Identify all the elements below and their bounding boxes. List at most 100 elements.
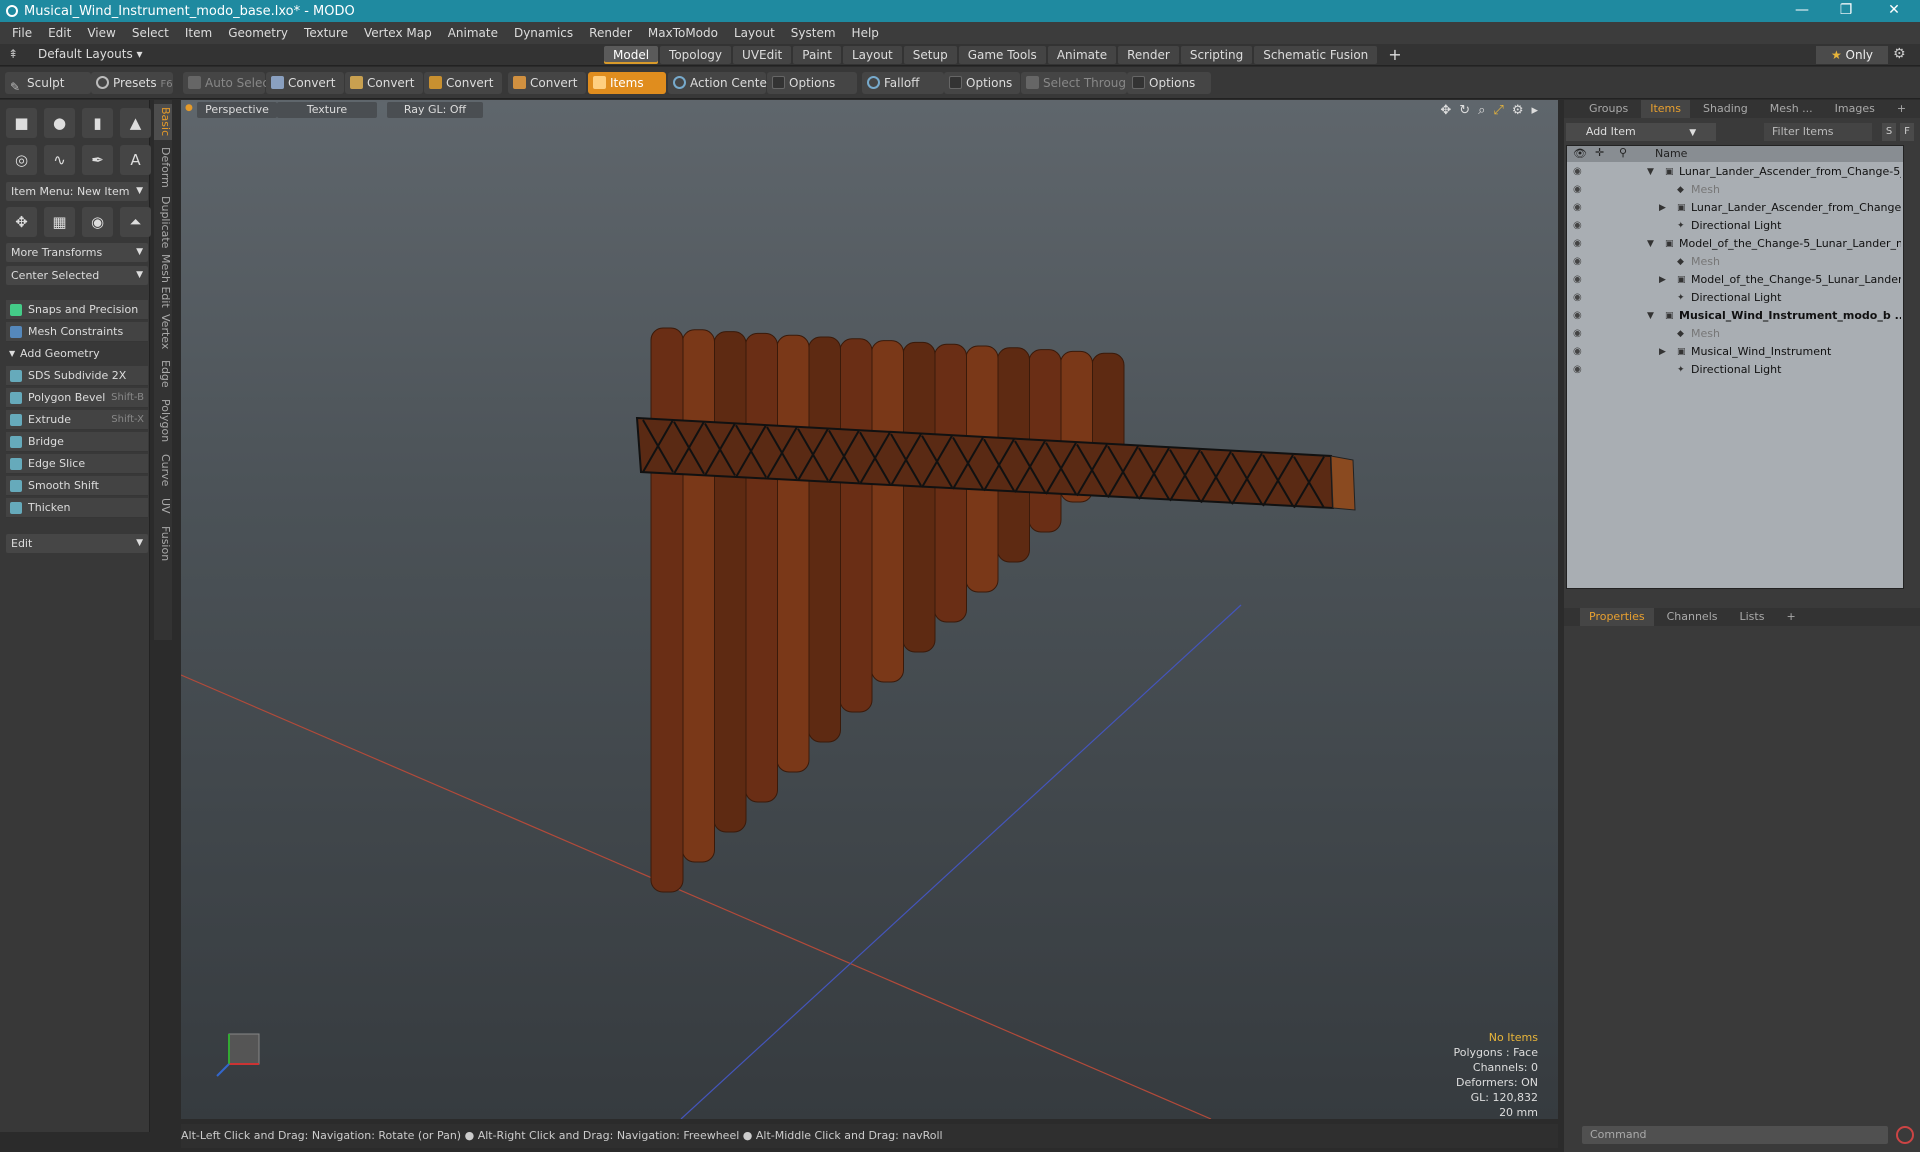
vtab-vertex[interactable]: Vertex	[154, 312, 172, 352]
convert-vertices-button[interactable]: Convert	[266, 72, 344, 94]
tab-schematic-fusion[interactable]: Schematic Fusion	[1254, 46, 1378, 64]
vtab-uv[interactable]: UV	[154, 494, 172, 518]
visibility-eye-icon[interactable]: ◉	[1573, 163, 1582, 181]
vtab-deform[interactable]: Deform	[154, 144, 172, 190]
transform-icon[interactable]: ✥	[6, 207, 37, 237]
expand-right-icon[interactable]: ▶	[1659, 271, 1666, 289]
extrude-button[interactable]: Extrude Shift-X	[6, 410, 148, 430]
tab-uvedit[interactable]: UVEdit	[733, 46, 792, 64]
menu-geometry[interactable]: Geometry	[220, 26, 296, 40]
falloff-button[interactable]: Falloff	[862, 72, 944, 94]
filter-items-input[interactable]: Filter Items	[1764, 123, 1872, 141]
add-tab-icon[interactable]: +	[1379, 46, 1410, 64]
menu-render[interactable]: Render	[581, 26, 640, 40]
tab-game-tools[interactable]: Game Tools	[958, 46, 1046, 64]
visibility-eye-icon[interactable]: ◉	[1573, 271, 1582, 289]
list-item[interactable]: ◉ ◆ Mesh	[1567, 181, 1903, 199]
viewport-gear-icon[interactable]: ⚙	[1512, 103, 1524, 118]
only-button[interactable]: ★ Only	[1816, 46, 1888, 64]
vtab-fusion[interactable]: Fusion	[154, 524, 172, 564]
sculpt-button[interactable]: ✎ Sculpt	[5, 72, 91, 94]
add-tab-icon[interactable]: +	[1888, 100, 1915, 118]
expand-down-icon[interactable]: ▼	[1647, 235, 1654, 253]
list-item[interactable]: ◉ ✦ Directional Light	[1567, 289, 1903, 307]
tab-images[interactable]: Images	[1826, 100, 1884, 118]
sds-subdivide-button[interactable]: SDS Subdivide 2X	[6, 366, 148, 386]
list-item[interactable]: ◉ ▶ ▣ Model_of_the_Change-5_Lunar_Lander	[1567, 271, 1903, 289]
items-mode-button[interactable]: Items	[588, 72, 666, 94]
edge-slice-button[interactable]: Edge Slice	[6, 454, 148, 474]
visibility-eye-icon[interactable]: ◉	[1573, 217, 1582, 235]
texture-button[interactable]: Texture	[277, 102, 377, 118]
raygl-button[interactable]: Ray GL: Off	[387, 102, 483, 118]
action-options-button[interactable]: Options	[767, 72, 857, 94]
list-item[interactable]: ◉ ✦ Directional Light	[1567, 361, 1903, 379]
visibility-eye-icon[interactable]: ◉	[1573, 361, 1582, 379]
select-options-button[interactable]: Options	[1127, 72, 1211, 94]
visibility-eye-icon[interactable]: ◉	[1573, 253, 1582, 271]
convert-edges-button[interactable]: Convert	[345, 72, 423, 94]
vtab-polygon[interactable]: Polygon	[154, 396, 172, 446]
default-layouts-dropdown[interactable]: Default Layouts ▾	[38, 47, 143, 61]
cone-icon[interactable]: ▲	[120, 108, 151, 138]
list-item[interactable]: ◉ ▶ ▣ Musical_Wind_Instrument	[1567, 343, 1903, 361]
menu-maxtomodo[interactable]: MaxToModo	[640, 26, 726, 40]
expand-right-icon[interactable]: ▶	[1659, 343, 1666, 361]
visibility-eye-icon[interactable]: ◉	[1573, 325, 1582, 343]
viewport-menu-icon[interactable]: ●	[185, 103, 193, 113]
sphere-icon[interactable]: ●	[44, 108, 75, 138]
s-button[interactable]: S	[1882, 123, 1896, 141]
minimize-icon[interactable]: —	[1780, 0, 1824, 22]
grid-icon[interactable]: ▦	[44, 207, 75, 237]
convert-items-button[interactable]: Convert	[508, 72, 586, 94]
center-selected-dropdown[interactable]: Center Selected ▼	[6, 266, 148, 285]
action-center-button[interactable]: Action Center	[668, 72, 772, 94]
visibility-eye-icon[interactable]: ◉	[1573, 343, 1582, 361]
menu-select[interactable]: Select	[124, 26, 177, 40]
tab-paint[interactable]: Paint	[793, 46, 841, 64]
tab-mesh[interactable]: Mesh ...	[1761, 100, 1822, 118]
polygon-bevel-button[interactable]: Polygon Bevel Shift-B	[6, 388, 148, 408]
record-icon[interactable]	[1896, 1126, 1914, 1144]
mesh-constraints-button[interactable]: Mesh Constraints	[6, 322, 148, 342]
list-item[interactable]: ◉ ▶ ▣ Lunar_Lander_Ascender_from_Change-5	[1567, 199, 1903, 217]
tab-animate[interactable]: Animate	[1047, 46, 1117, 64]
add-geometry-header[interactable]: ▼ Add Geometry	[6, 344, 148, 364]
menu-file[interactable]: File	[4, 26, 40, 40]
close-icon[interactable]: ✕	[1872, 0, 1916, 22]
tab-properties[interactable]: Properties	[1580, 608, 1654, 626]
rotate-sphere-icon[interactable]: ◉	[82, 207, 113, 237]
command-input[interactable]: Command	[1582, 1126, 1888, 1144]
zoom-icon[interactable]: ⌕	[1478, 103, 1485, 118]
cube-icon[interactable]: ■	[6, 108, 37, 138]
item-menu-dropdown[interactable]: Item Menu: New Item ▼	[6, 182, 148, 201]
menu-vertex-map[interactable]: Vertex Map	[356, 26, 440, 40]
maximize-icon[interactable]: ⤢	[1493, 103, 1503, 118]
text-icon[interactable]: A	[120, 145, 151, 175]
tab-items[interactable]: Items	[1641, 100, 1691, 118]
menu-system[interactable]: System	[783, 26, 844, 40]
list-item[interactable]: ◉ ▼ ▣ Model_of_the_Change-5_Lunar_Lander_m …	[1567, 235, 1903, 253]
edit-dropdown[interactable]: Edit ▼	[6, 534, 148, 553]
pan-icon[interactable]: ✥	[1440, 103, 1451, 118]
restore-icon[interactable]: ❐	[1824, 0, 1868, 22]
layout-pin-icon[interactable]: ⇞	[8, 47, 18, 61]
tab-channels[interactable]: Channels	[1658, 608, 1727, 626]
vtab-basic[interactable]: Basic	[154, 104, 172, 140]
vtab-edge[interactable]: Edge	[154, 356, 172, 392]
rotate-icon[interactable]: ↻	[1459, 103, 1470, 118]
tab-shading[interactable]: Shading	[1694, 100, 1757, 118]
vtab-duplicate[interactable]: Duplicate	[154, 194, 172, 250]
torus-icon[interactable]: ◎	[6, 145, 37, 175]
cylinder-icon[interactable]: ▮	[82, 108, 113, 138]
smooth-shift-button[interactable]: Smooth Shift	[6, 476, 148, 496]
3d-viewport[interactable]: ● Perspective Texture Ray GL: Off ✥ ↻ ⌕ …	[181, 100, 1558, 1119]
snaps-precision-button[interactable]: Snaps and Precision	[6, 300, 148, 320]
visibility-eye-icon[interactable]: ◉	[1573, 235, 1582, 253]
tab-scripting[interactable]: Scripting	[1180, 46, 1253, 64]
tab-groups[interactable]: Groups	[1580, 100, 1637, 118]
visibility-eye-icon[interactable]: ◉	[1573, 199, 1582, 217]
expand-right-icon[interactable]: ▶	[1659, 199, 1666, 217]
pen-icon[interactable]: ✒	[82, 145, 113, 175]
menu-texture[interactable]: Texture	[296, 26, 356, 40]
